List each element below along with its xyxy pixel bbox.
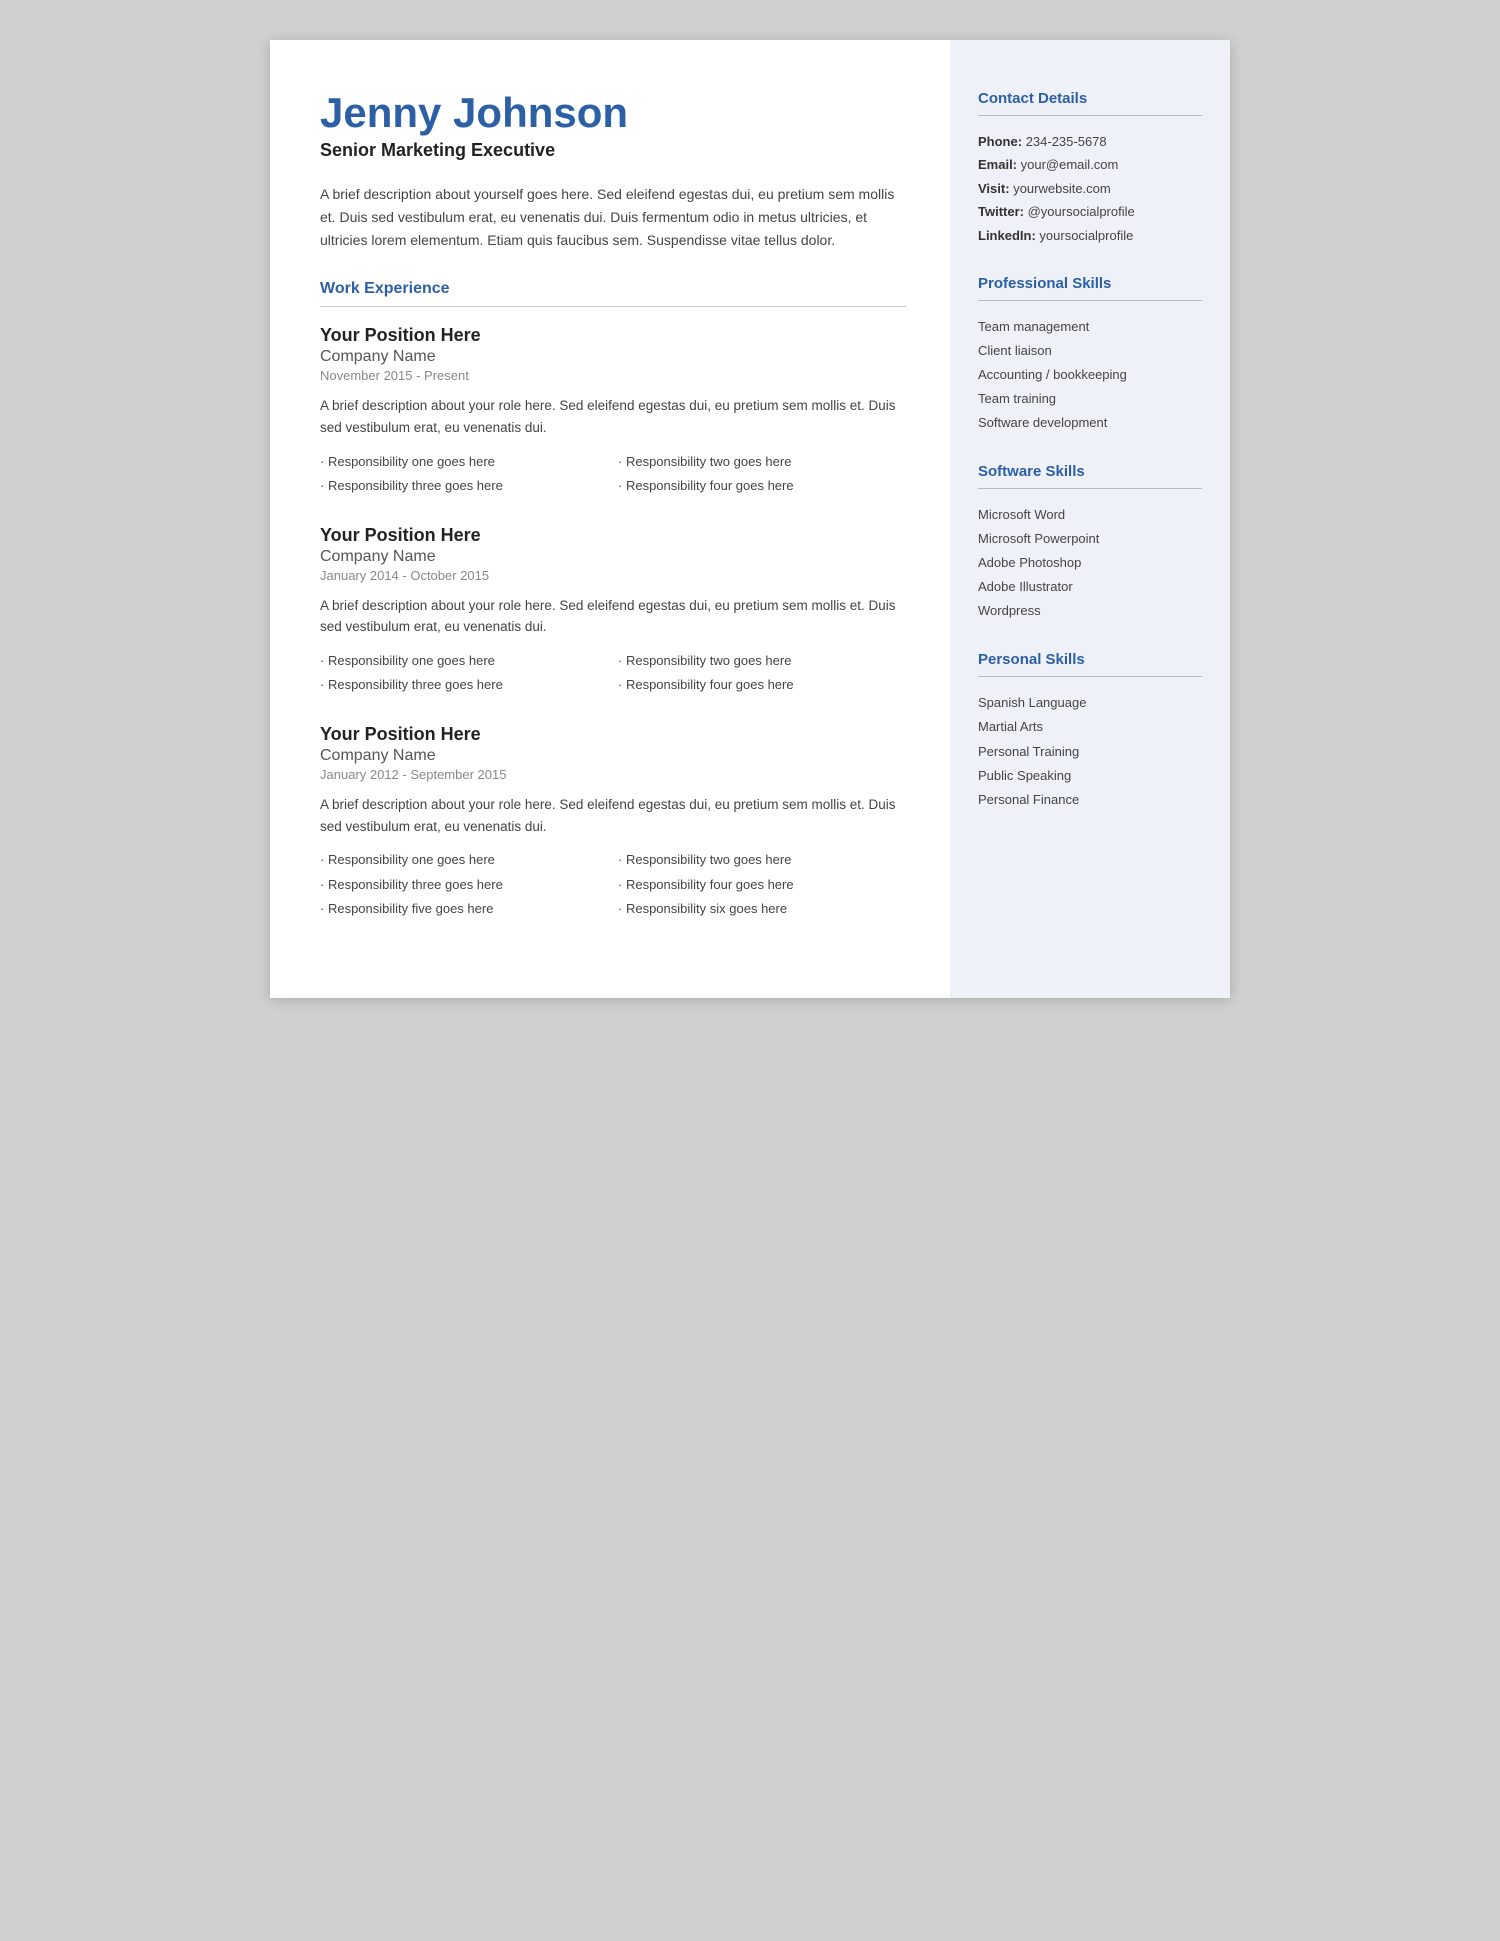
contact-linkedin: LinkedIn: yoursocialprofile [978,224,1202,247]
resp-3-1: Responsibility two goes here [618,849,906,871]
job-dates-1: November 2015 - Present [320,368,906,383]
resp-1-2: Responsibility three goes here [320,475,608,497]
contact-email: Email: your@email.com [978,153,1202,176]
resp-1-1: Responsibility two goes here [618,451,906,473]
resp-2-2: Responsibility three goes here [320,674,608,696]
responsibilities-3: Responsibility one goes here Responsibil… [320,849,906,919]
work-experience-section: Work Experience Your Position Here Compa… [320,280,906,919]
personal-skills-section: Personal Skills Spanish Language Martial… [978,651,1202,811]
pers-skill-3: Public Speaking [978,764,1202,788]
job-description-2: A brief description about your role here… [320,595,906,638]
job-dates-2: January 2014 - October 2015 [320,568,906,583]
candidate-name: Jenny Johnson [320,90,906,136]
prof-skill-4: Software development [978,411,1202,435]
pers-skill-4: Personal Finance [978,788,1202,812]
job-title-3: Your Position Here [320,724,906,745]
prof-skill-2: Accounting / bookkeeping [978,363,1202,387]
contact-email-label: Email: [978,157,1017,172]
resp-1-3: Responsibility four goes here [618,475,906,497]
professional-skills-heading: Professional Skills [978,275,1202,292]
contact-visit-value: yourwebsite.com [1013,181,1111,196]
job-company-1: Company Name [320,348,906,366]
software-skills-heading: Software Skills [978,463,1202,480]
job-entry-3: Your Position Here Company Name January … [320,724,906,919]
summary-text: A brief description about yourself goes … [320,183,906,252]
soft-skill-3: Adobe Illustrator [978,575,1202,599]
prof-skill-3: Team training [978,387,1202,411]
contact-linkedin-value: yoursocialprofile [1039,228,1133,243]
contact-details-section: Contact Details Phone: 234-235-5678 Emai… [978,90,1202,247]
job-entry-2: Your Position Here Company Name January … [320,525,906,696]
resp-3-0: Responsibility one goes here [320,849,608,871]
resp-3-3: Responsibility four goes here [618,874,906,896]
job-dates-3: January 2012 - September 2015 [320,767,906,782]
contact-phone: Phone: 234-235-5678 [978,130,1202,153]
software-skills-divider [978,488,1202,489]
work-experience-divider [320,306,906,307]
resp-3-2: Responsibility three goes here [320,874,608,896]
soft-skill-1: Microsoft Powerpoint [978,527,1202,551]
work-experience-heading: Work Experience [320,280,906,298]
responsibilities-1: Responsibility one goes here Responsibil… [320,451,906,497]
contact-divider [978,115,1202,116]
resp-3-5: Responsibility six goes here [618,898,906,920]
resp-2-0: Responsibility one goes here [320,650,608,672]
job-title-2: Your Position Here [320,525,906,546]
resp-2-3: Responsibility four goes here [618,674,906,696]
resume-document: Jenny Johnson Senior Marketing Executive… [270,40,1230,998]
pers-skill-0: Spanish Language [978,691,1202,715]
contact-heading: Contact Details [978,90,1202,107]
pers-skill-2: Personal Training [978,740,1202,764]
job-description-3: A brief description about your role here… [320,794,906,837]
resp-1-0: Responsibility one goes here [320,451,608,473]
software-skills-section: Software Skills Microsoft Word Microsoft… [978,463,1202,623]
contact-phone-value: 234-235-5678 [1026,134,1107,149]
resp-2-1: Responsibility two goes here [618,650,906,672]
soft-skill-4: Wordpress [978,599,1202,623]
job-title-1: Your Position Here [320,325,906,346]
contact-email-value: your@email.com [1021,157,1119,172]
soft-skill-2: Adobe Photoshop [978,551,1202,575]
contact-visit: Visit: yourwebsite.com [978,177,1202,200]
soft-skill-0: Microsoft Word [978,503,1202,527]
candidate-title: Senior Marketing Executive [320,140,906,161]
sidebar: Contact Details Phone: 234-235-5678 Emai… [950,40,1230,998]
prof-skill-1: Client liaison [978,339,1202,363]
professional-skills-section: Professional Skills Team management Clie… [978,275,1202,435]
resp-3-4: Responsibility five goes here [320,898,608,920]
professional-skills-divider [978,300,1202,301]
pers-skill-1: Martial Arts [978,715,1202,739]
job-entry-1: Your Position Here Company Name November… [320,325,906,496]
contact-twitter-label: Twitter: [978,204,1024,219]
responsibilities-2: Responsibility one goes here Responsibil… [320,650,906,696]
header-section: Jenny Johnson Senior Marketing Executive… [320,90,906,252]
contact-linkedin-label: LinkedIn: [978,228,1036,243]
personal-skills-heading: Personal Skills [978,651,1202,668]
personal-skills-divider [978,676,1202,677]
job-description-1: A brief description about your role here… [320,395,906,438]
contact-twitter-value: @yoursocialprofile [1028,204,1135,219]
job-company-3: Company Name [320,747,906,765]
contact-phone-label: Phone: [978,134,1022,149]
contact-visit-label: Visit: [978,181,1010,196]
job-company-2: Company Name [320,548,906,566]
main-column: Jenny Johnson Senior Marketing Executive… [270,40,950,998]
contact-twitter: Twitter: @yoursocialprofile [978,200,1202,223]
prof-skill-0: Team management [978,315,1202,339]
